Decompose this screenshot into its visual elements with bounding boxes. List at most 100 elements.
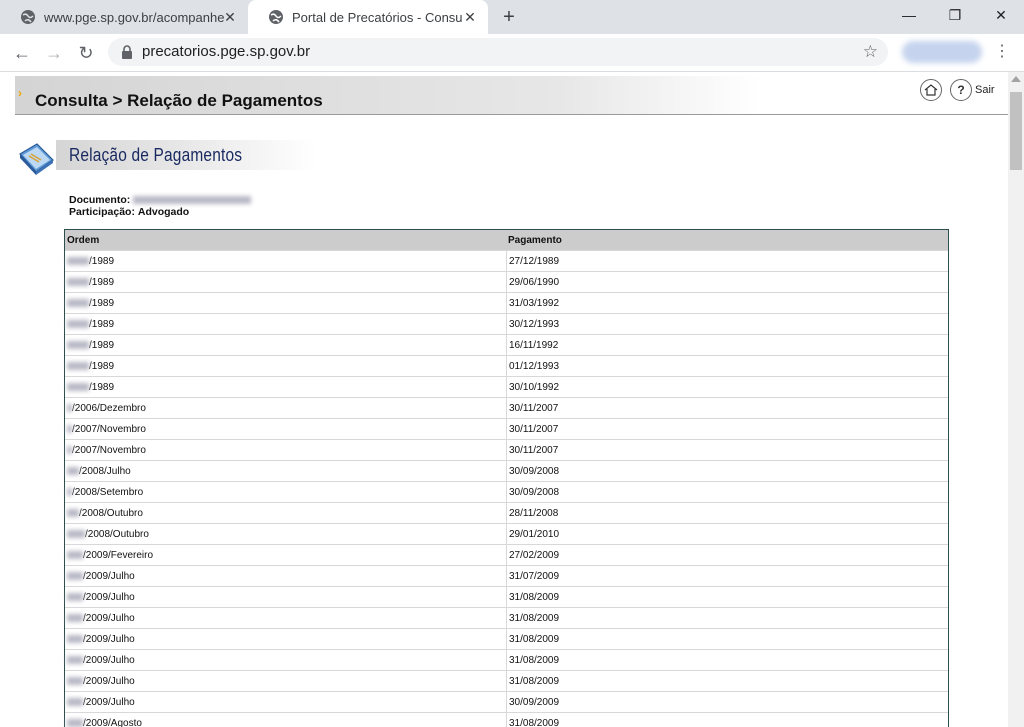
ordem-redacted — [67, 719, 83, 727]
column-divider — [506, 419, 507, 439]
column-divider — [506, 545, 507, 565]
new-tab-icon[interactable]: + — [498, 6, 520, 28]
pagamento-cell: 31/08/2009 — [509, 613, 560, 624]
pagamento-cell: 31/08/2009 — [509, 634, 560, 645]
bookmark-star-icon[interactable]: ☆ — [863, 42, 878, 62]
table-row: /2009/Fevereiro 27/02/2009 — [65, 544, 948, 565]
page-content: › Consulta > Relação de Pagamentos ? Sai… — [0, 72, 1008, 727]
ordem-text: /2009/Julho — [83, 655, 135, 666]
ordem-text: /2008/Julho — [79, 466, 131, 477]
column-divider — [506, 713, 507, 727]
page-scrollbar[interactable] — [1008, 72, 1024, 727]
ordem-text: /2008/Outubro — [79, 508, 143, 519]
browser-menu-icon[interactable]: ⋮ — [994, 42, 1010, 62]
minimize-icon[interactable]: — — [886, 0, 932, 30]
pagamento-cell: 29/01/2010 — [509, 529, 560, 540]
ordem-cell: /2009/Julho — [67, 613, 135, 624]
table-row: /2009/Julho 31/08/2009 — [65, 607, 948, 628]
ordem-text: /1989 — [89, 340, 115, 351]
pagamento-cell: 16/11/1992 — [509, 340, 559, 351]
pagamento-cell: 30/11/2007 — [509, 424, 559, 435]
globe-icon — [269, 10, 283, 24]
ordem-text: /1989 — [89, 298, 115, 309]
ordem-cell: /1989 — [67, 277, 114, 288]
pagamento-cell: 30/12/1993 — [509, 319, 560, 330]
scrollbar-thumb[interactable] — [1010, 92, 1022, 170]
ordem-redacted — [67, 593, 83, 602]
table-row: /2009/Julho 31/08/2009 — [65, 649, 948, 670]
ordem-text: /2009/Julho — [83, 592, 135, 603]
documento-label: Documento: — [69, 194, 131, 206]
ordem-redacted — [67, 572, 83, 581]
section-header: Relação de Pagamentos — [56, 140, 316, 170]
table-row: /1989 30/12/1993 — [65, 313, 948, 334]
ordem-cell: /2009/Julho — [67, 571, 135, 582]
ordem-text: /2007/Novembro — [72, 424, 146, 435]
pagamento-cell: 31/08/2009 — [509, 592, 560, 603]
reload-icon[interactable]: ↻ — [74, 41, 98, 65]
ordem-text: /2009/Julho — [83, 697, 135, 708]
pagamento-cell: 30/09/2008 — [509, 466, 560, 477]
ordem-redacted — [67, 614, 83, 623]
ordem-cell: /2008/Outubro — [67, 529, 149, 540]
ordem-cell: /2009/Agosto — [67, 718, 142, 727]
back-arrow-icon[interactable]: ← — [10, 41, 34, 65]
address-bar[interactable]: precatorios.pge.sp.gov.br ☆ — [108, 38, 888, 66]
profile-avatar[interactable] — [902, 41, 982, 63]
table-row: /2006/Dezembro 30/11/2007 — [65, 397, 948, 418]
ordem-text: /2007/Novembro — [72, 445, 146, 456]
ordem-cell: /1989 — [67, 298, 114, 309]
ordem-cell: /1989 — [67, 340, 114, 351]
pagamento-cell: 31/08/2009 — [509, 655, 560, 666]
table-row: /1989 27/12/1989 — [65, 250, 948, 271]
participacao-label: Participação: — [69, 206, 135, 218]
scroll-up-icon[interactable] — [1011, 76, 1021, 82]
column-divider — [506, 692, 507, 712]
restore-icon[interactable]: ❐ — [932, 0, 978, 30]
sair-link[interactable]: Sair — [975, 84, 995, 96]
ordem-cell: /2009/Julho — [67, 655, 135, 666]
forward-arrow-icon[interactable]: → — [42, 41, 66, 65]
pagamento-cell: 01/12/1993 — [509, 361, 560, 372]
column-divider — [506, 440, 507, 460]
ordem-redacted — [67, 341, 89, 350]
payments-table: Ordem Pagamento /1989 27/12/1989/1989 29/0… — [64, 229, 949, 727]
ordem-redacted — [67, 257, 89, 266]
table-row: /2009/Julho 30/09/2009 — [65, 691, 948, 712]
ordem-cell: /2007/Novembro — [67, 445, 146, 456]
chevron-right-icon: › — [18, 86, 22, 100]
table-row: /2008/Julho 30/09/2008 — [65, 460, 948, 481]
table-row: /2009/Julho 31/08/2009 — [65, 586, 948, 607]
table-row: /2008/Outubro 28/11/2008 — [65, 502, 948, 523]
column-header-pagamento: Pagamento — [508, 235, 562, 246]
pagamento-cell: 28/11/2008 — [509, 508, 559, 519]
ordem-cell: /2009/Fevereiro — [67, 550, 153, 561]
tab-portal-precatorios[interactable]: Portal de Precatórios - Consulta R ✕ — [248, 0, 488, 34]
ordem-cell: /1989 — [67, 382, 114, 393]
ordem-text: /1989 — [89, 277, 115, 288]
ordem-text: /2009/Fevereiro — [83, 550, 154, 561]
ordem-text: /2008/Setembro — [72, 487, 144, 498]
column-divider — [506, 482, 507, 502]
tab-pge-acompanhe[interactable]: www.pge.sp.gov.br/acompanhe/p ✕ — [0, 0, 248, 34]
home-icon[interactable] — [920, 79, 942, 101]
close-tab-icon[interactable]: ✕ — [462, 9, 478, 25]
close-tab-icon[interactable]: ✕ — [222, 9, 238, 25]
pagamento-cell: 27/12/1989 — [509, 256, 560, 267]
ordem-cell: /2008/Outubro — [67, 508, 143, 519]
pagamento-cell: 31/03/1992 — [509, 298, 560, 309]
table-row: /1989 16/11/1992 — [65, 334, 948, 355]
ordem-redacted — [67, 383, 89, 392]
close-window-icon[interactable]: ✕ — [978, 0, 1024, 30]
column-divider — [506, 503, 507, 523]
tab-strip: www.pge.sp.gov.br/acompanhe/p ✕ Portal d… — [0, 0, 1024, 34]
ordem-redacted — [67, 677, 83, 686]
ordem-redacted — [67, 446, 72, 455]
column-divider — [506, 566, 507, 586]
pagamento-cell: 31/07/2009 — [509, 571, 560, 582]
help-icon[interactable]: ? — [950, 79, 972, 101]
column-divider — [506, 251, 507, 271]
ordem-redacted — [67, 278, 89, 287]
page-header: › Consulta > Relação de Pagamentos — [15, 76, 1008, 115]
lock-icon — [122, 45, 132, 59]
